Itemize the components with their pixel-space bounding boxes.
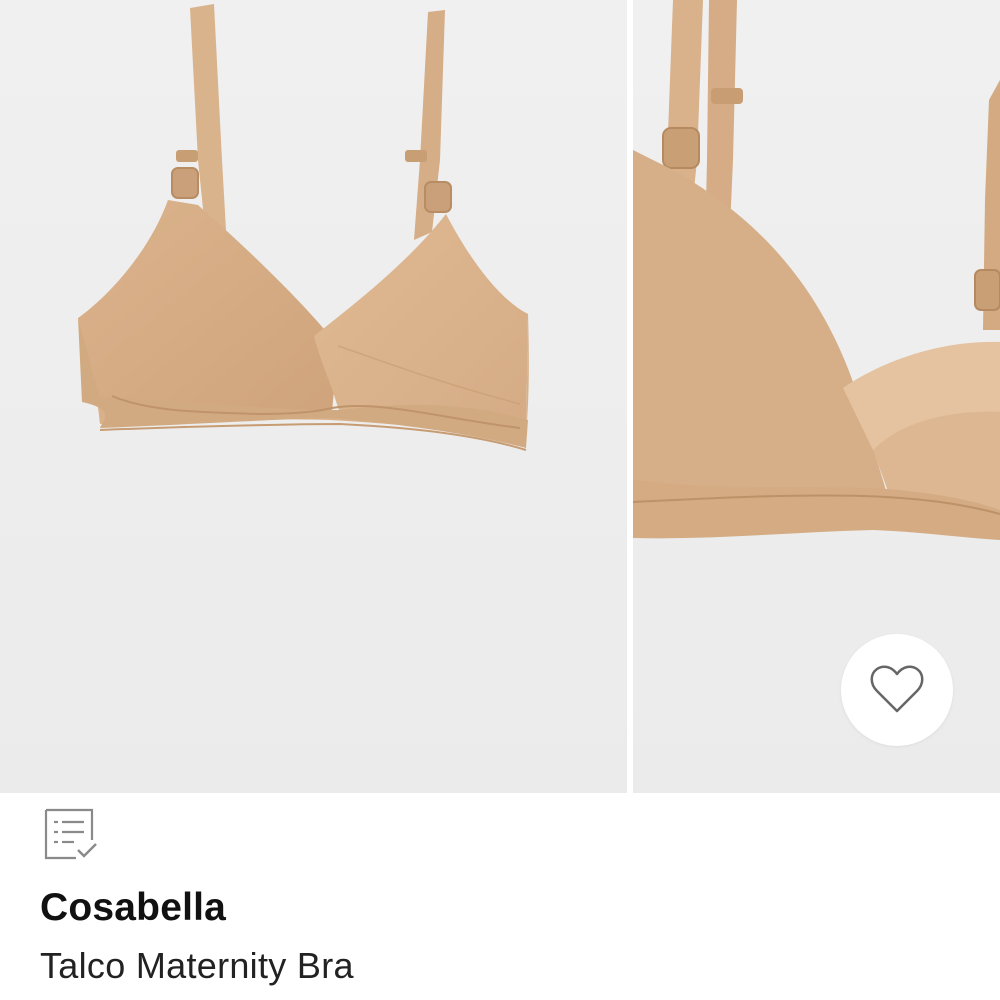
favorite-button[interactable] — [841, 634, 953, 746]
product-name[interactable]: Talco Maternity Bra — [40, 944, 354, 988]
bra-front-illustration — [78, 4, 529, 451]
checklist-document-icon — [44, 808, 97, 860]
product-image-gallery[interactable] — [0, 0, 1000, 793]
heart-outline-icon — [870, 665, 924, 713]
product-brand[interactable]: Cosabella — [40, 884, 226, 932]
product-image-main[interactable] — [0, 0, 627, 793]
product-details-icon[interactable] — [42, 806, 98, 862]
